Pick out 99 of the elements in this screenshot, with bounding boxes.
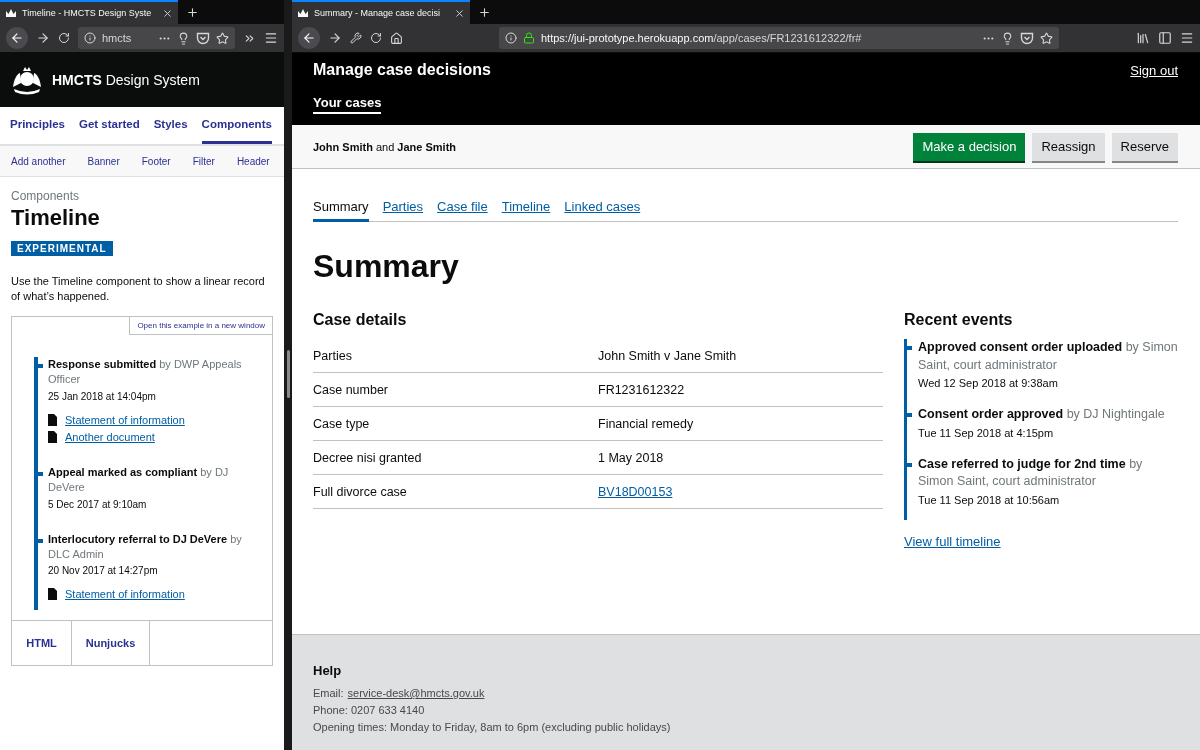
- back-button[interactable]: [298, 27, 320, 49]
- event-date: 5 Dec 2017 at 9:10am: [48, 498, 148, 510]
- event-title: Interlocutory referral to DJ DeVere by DLC Admin: [48, 531, 243, 562]
- phone-text: Phone: 0207 633 4140: [313, 704, 426, 716]
- menu-icon[interactable]: [264, 31, 278, 45]
- reload-icon[interactable]: [370, 32, 382, 44]
- document-link[interactable]: Statement of information: [65, 588, 185, 601]
- forward-icon[interactable]: [36, 31, 50, 45]
- browser-tab[interactable]: Timeline - HMCTS Design Syste: [0, 0, 178, 24]
- subnav-link[interactable]: Add another: [11, 155, 66, 167]
- back-button[interactable]: [6, 27, 28, 49]
- event-title: Consent order approved by DJ Nightingale: [918, 406, 1166, 423]
- opening-times-text: Opening times: Monday to Friday, 8am to 6pm (excluding public holidays): [313, 721, 672, 733]
- view-timeline-link[interactable]: View full timeline: [904, 533, 1001, 549]
- row-label: Case type: [313, 416, 371, 431]
- section-heading: Recent events: [904, 311, 1014, 329]
- case-link[interactable]: BV18D00153: [598, 484, 673, 499]
- star-icon[interactable]: [1040, 31, 1053, 45]
- pocket-icon[interactable]: [196, 31, 210, 45]
- subnav-link[interactable]: Banner: [87, 155, 120, 167]
- document-link[interactable]: Another document: [65, 430, 155, 443]
- browser-tab[interactable]: Summary - Manage case decisi: [292, 0, 470, 24]
- document-link[interactable]: Statement of information: [65, 413, 185, 426]
- tab[interactable]: Summary: [313, 199, 369, 222]
- nav-link[interactable]: Principles: [10, 107, 65, 144]
- subnav-link[interactable]: Filter: [192, 155, 215, 167]
- row-value: FR1231612322: [598, 382, 685, 397]
- event-date: 20 Nov 2017 at 14:27pm: [48, 565, 159, 577]
- scrollbar-thumb[interactable]: [286, 350, 290, 398]
- nav-link[interactable]: Styles: [153, 107, 188, 144]
- subnav-link[interactable]: Footer: [141, 155, 171, 167]
- row-label: Parties: [313, 348, 353, 363]
- footer-heading: Help: [313, 663, 343, 678]
- subnav-link[interactable]: Header: [236, 155, 270, 167]
- open-example-link[interactable]: Open this example in a new window: [129, 317, 272, 335]
- intro-text: Use the Timeline component to show a linear record of what’s happened.: [11, 274, 266, 304]
- forward-icon[interactable]: [328, 31, 342, 45]
- document-icon: [48, 588, 57, 601]
- new-tab-icon[interactable]: [186, 5, 199, 19]
- info-icon[interactable]: [505, 32, 517, 44]
- address-bar[interactable]: https://jui-prototype.herokuapp.com/app/cases/FR1231612322/fr#: [499, 27, 1059, 49]
- site-title[interactable]: HMCTS Design System: [52, 72, 200, 88]
- row-label: Full divorce case: [313, 484, 408, 499]
- tab[interactable]: Linked cases: [564, 199, 641, 222]
- close-icon[interactable]: [454, 7, 465, 19]
- secondary-button[interactable]: Reassign: [1032, 132, 1105, 161]
- event-date: 25 Jan 2018 at 14:04pm: [48, 390, 157, 402]
- wrench-icon[interactable]: [350, 32, 362, 44]
- primary-button[interactable]: Make a decision: [913, 132, 1026, 161]
- event-title: Response submitted by DWP Appeals Officer: [48, 357, 243, 388]
- row-value: 1 May 2018: [598, 450, 664, 465]
- page-heading: Summary: [313, 248, 460, 285]
- row-label: Decree nisi granted: [313, 450, 423, 465]
- back-arrow-icon: [10, 31, 24, 45]
- code-tab[interactable]: Nunjucks: [72, 621, 150, 666]
- event-title: Appeal marked as compliant by DJ DeVere: [48, 464, 230, 496]
- new-tab-icon[interactable]: [478, 5, 491, 19]
- sign-out-link[interactable]: Sign out: [1130, 62, 1178, 78]
- crown-icon: [5, 8, 17, 18]
- event-date: Tue 11 Sep 2018 at 10:56am: [918, 493, 1061, 506]
- row-value: John Smith v Jane Smith: [598, 348, 737, 363]
- event-title: Approved consent order uploaded by Simon Saint, court administrator: [918, 339, 1178, 374]
- lock-icon: [523, 32, 535, 44]
- nav-link[interactable]: Get started: [78, 107, 140, 144]
- library-icon[interactable]: [1136, 31, 1150, 45]
- nav-link[interactable]: Your cases: [313, 95, 382, 114]
- star-icon[interactable]: [216, 31, 229, 45]
- menu-icon[interactable]: [1180, 31, 1194, 45]
- row-label: Case number: [313, 382, 390, 397]
- address-bar[interactable]: hmcts: [78, 27, 235, 49]
- tab[interactable]: Case file: [437, 199, 488, 222]
- event-title: Case referred to judge for 2nd time by Simon Saint, court administrator: [918, 455, 1144, 490]
- row-value: Financial remedy: [598, 416, 694, 431]
- code-tab[interactable]: HTML: [12, 621, 72, 666]
- home-icon[interactable]: [390, 31, 403, 45]
- crown-icon: [297, 8, 309, 18]
- email-label: Email:: [313, 687, 344, 699]
- event-date: Wed 12 Sep 2018 at 9:38am: [918, 377, 1059, 389]
- section-heading: Case details: [313, 311, 408, 329]
- close-icon[interactable]: [162, 7, 173, 19]
- reload-icon[interactable]: [58, 32, 70, 44]
- tab[interactable]: Timeline: [501, 199, 551, 222]
- document-icon: [48, 413, 57, 426]
- page-caption: Components: [11, 189, 81, 203]
- info-icon[interactable]: [84, 32, 96, 44]
- sidebar-icon[interactable]: [1158, 31, 1172, 45]
- page-title: Timeline: [11, 205, 101, 231]
- document-icon: [48, 430, 57, 443]
- secondary-button[interactable]: Reserve: [1111, 132, 1178, 161]
- event-date: Tue 11 Sep 2018 at 4:15pm: [918, 426, 1055, 439]
- lightbulb-icon[interactable]: [177, 31, 190, 45]
- service-name[interactable]: Manage case decisions: [313, 61, 491, 79]
- crest-logo: [10, 65, 44, 95]
- lightbulb-icon[interactable]: [1001, 31, 1014, 45]
- case-parties: John Smith and Jane Smith: [313, 140, 458, 153]
- pocket-icon[interactable]: [1020, 31, 1034, 45]
- status-tag: EXPERIMENTAL: [11, 241, 113, 256]
- email-link[interactable]: service-desk@hmcts.gov.uk: [347, 687, 485, 699]
- tab[interactable]: Parties: [382, 199, 424, 222]
